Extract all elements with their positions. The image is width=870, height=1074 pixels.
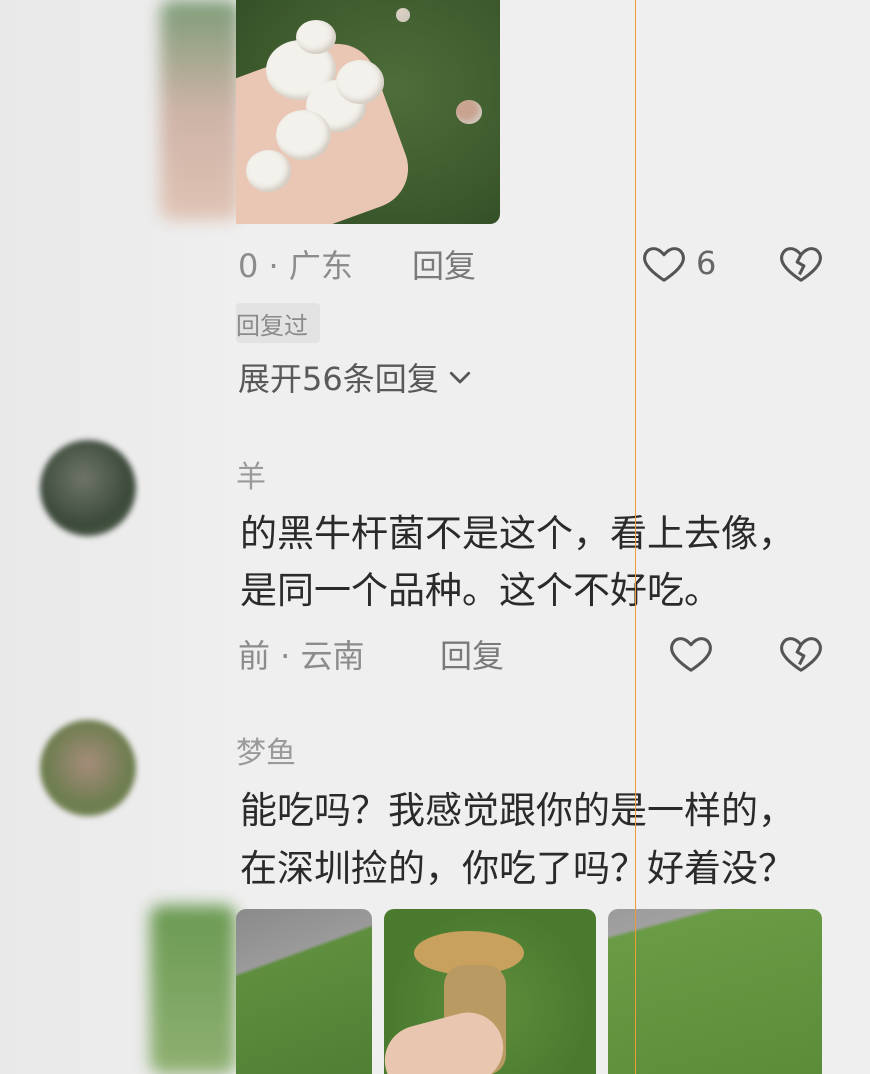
- comment-text-line: 在深圳捡的，你吃了吗？好着没？: [240, 847, 795, 890]
- avatar[interactable]: [40, 720, 136, 816]
- comment-text-line: 能吃吗？我感觉跟你的是一样的，: [240, 789, 795, 832]
- comment-username[interactable]: 梦鱼: [236, 728, 296, 772]
- blurred-hand-edge: [160, 0, 240, 220]
- like-count: 6: [696, 244, 717, 282]
- broken-heart-icon[interactable]: [778, 240, 824, 286]
- comment-text-line: 的黑牛杆菌不是这个，看上去像，: [240, 512, 795, 555]
- comment-location: 前 · 云南: [238, 637, 365, 675]
- comment-username[interactable]: 羊: [236, 452, 266, 496]
- chevron-down-icon: [449, 371, 470, 384]
- avatar[interactable]: [40, 440, 136, 536]
- badge-label: 回复过: [236, 311, 308, 340]
- guide-line: [635, 0, 636, 1074]
- reply-label: 回复: [440, 637, 505, 675]
- heart-icon[interactable]: [668, 630, 714, 676]
- comment-photo[interactable]: [608, 909, 822, 1074]
- heart-icon[interactable]: [641, 240, 687, 286]
- expand-replies-button[interactable]: 展开56条回复: [238, 354, 475, 400]
- comment-photo[interactable]: [384, 909, 596, 1074]
- blurred-photo-edge: [150, 905, 236, 1074]
- reply-button[interactable]: 回复: [412, 242, 476, 286]
- comment-meta: 前 · 云南: [238, 632, 365, 676]
- comment-text-line: 是同一个品种。这个不好吃。: [240, 569, 721, 612]
- comment-meta: 0 · 广东: [238, 242, 353, 286]
- replied-badge: 回复过: [236, 303, 320, 343]
- comment-photo[interactable]: [236, 0, 500, 224]
- reply-button[interactable]: 回复: [440, 632, 504, 676]
- comment-photo[interactable]: [236, 909, 372, 1074]
- broken-heart-icon[interactable]: [778, 630, 824, 676]
- reply-label: 回复: [412, 247, 477, 285]
- comment-location: 0 · 广东: [238, 247, 353, 285]
- expand-label: 展开56条回复: [238, 360, 439, 398]
